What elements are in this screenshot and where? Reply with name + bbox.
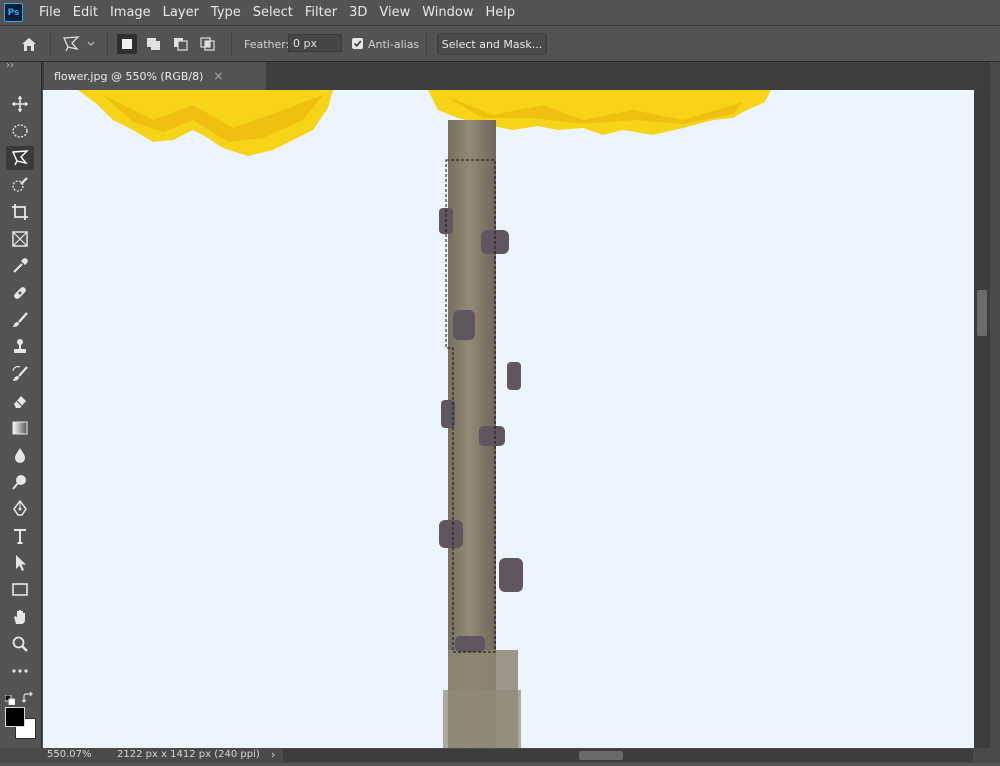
separator	[231, 32, 232, 56]
document-tab[interactable]: flower.jpg @ 550% (RGB/8) ×	[44, 62, 266, 90]
vertical-scroll-thumb[interactable]	[977, 290, 987, 336]
document-canvas[interactable]	[43, 90, 974, 748]
menu-3d[interactable]: 3D	[343, 5, 373, 20]
feather-label: Feather:	[244, 38, 290, 51]
menu-window[interactable]: Window	[416, 5, 479, 20]
document-tab-bar: flower.jpg @ 550% (RGB/8) ×	[42, 62, 1000, 90]
foreground-color-swatch[interactable]	[5, 707, 25, 727]
polygonal-lasso-tool-icon[interactable]	[6, 146, 34, 170]
intersect-selection-icon	[200, 37, 215, 51]
path-selection-tool-icon[interactable]	[6, 551, 34, 575]
home-icon[interactable]	[18, 34, 40, 54]
history-brush-tool-icon[interactable]	[6, 362, 34, 386]
elliptical-marquee-tool-icon[interactable]	[6, 119, 34, 143]
menu-file[interactable]: File	[33, 5, 67, 20]
document-tab-title: flower.jpg @ 550% (RGB/8)	[54, 69, 204, 83]
dodge-tool-icon[interactable]	[6, 470, 34, 494]
horizontal-scroll-thumb[interactable]	[579, 751, 623, 760]
flower-image	[43, 90, 974, 748]
menu-filter[interactable]: Filter	[299, 5, 343, 20]
expand-panel-icon[interactable]: ››	[6, 60, 14, 71]
anti-alias-checkbox[interactable]	[352, 38, 363, 49]
menu-select[interactable]: Select	[247, 5, 299, 20]
frame-tool-icon[interactable]	[6, 227, 34, 251]
eraser-tool-icon[interactable]	[6, 389, 34, 413]
default-colors-icon[interactable]	[4, 690, 16, 706]
document-info: 2122 px x 1412 px (240 ppi)	[117, 749, 260, 760]
menu-view[interactable]: View	[373, 5, 416, 20]
horizontal-scrollbar[interactable]	[283, 749, 973, 762]
separator	[107, 32, 108, 56]
checkmark-icon	[353, 40, 362, 47]
menu-edit[interactable]: Edit	[67, 5, 104, 20]
tools-panel: ››	[0, 60, 42, 763]
new-selection-icon	[122, 39, 132, 49]
menu-layer[interactable]: Layer	[157, 5, 205, 20]
spot-healing-brush-tool-icon[interactable]	[6, 281, 34, 305]
blur-tool-icon[interactable]	[6, 443, 34, 467]
more-tools-icon[interactable]	[6, 659, 34, 683]
menu-bar: Ps File Edit Image Layer Type Select Fil…	[0, 0, 1000, 25]
right-panel-edge	[990, 62, 1000, 763]
chevron-down-icon	[87, 41, 95, 46]
crop-tool-icon[interactable]	[6, 200, 34, 224]
status-bar: 550.07% 2122 px x 1412 px (240 ppi) ›	[0, 748, 1000, 763]
anti-alias-label: Anti-alias	[368, 38, 420, 51]
move-tool-icon[interactable]	[6, 92, 34, 116]
rectangle-tool-icon[interactable]	[6, 578, 34, 602]
type-tool-icon[interactable]	[6, 524, 34, 548]
feather-input[interactable]	[288, 34, 342, 52]
add-selection-icon	[147, 38, 160, 50]
vertical-scrollbar[interactable]	[974, 90, 990, 748]
new-selection-button[interactable]	[117, 34, 137, 54]
gradient-tool-icon[interactable]	[6, 416, 34, 440]
menu-type[interactable]: Type	[205, 5, 247, 20]
hand-tool-icon[interactable]	[6, 605, 34, 629]
clone-stamp-tool-icon[interactable]	[6, 335, 34, 359]
select-and-mask-button[interactable]: Select and Mask...	[437, 33, 547, 55]
zoom-tool-icon[interactable]	[6, 632, 34, 656]
status-menu-arrow-icon[interactable]: ›	[271, 748, 275, 761]
separator	[50, 32, 51, 56]
separator	[426, 32, 427, 56]
subtract-from-selection-button[interactable]	[171, 34, 191, 54]
close-icon[interactable]: ×	[213, 69, 223, 83]
pen-tool-icon[interactable]	[6, 497, 34, 521]
subtract-selection-icon	[174, 38, 188, 51]
options-bar: Feather: Anti-alias Select and Mask...	[0, 25, 1000, 62]
tool-preset-picker[interactable]	[60, 33, 100, 55]
brush-tool-icon[interactable]	[6, 308, 34, 332]
swap-colors-icon[interactable]	[21, 689, 34, 703]
eyedropper-tool-icon[interactable]	[6, 254, 34, 278]
polygonal-lasso-preset-icon	[63, 36, 80, 52]
zoom-level[interactable]: 550.07%	[47, 749, 92, 760]
intersect-selection-button[interactable]	[198, 34, 218, 54]
menu-help[interactable]: Help	[480, 5, 522, 20]
menu-image[interactable]: Image	[104, 5, 157, 20]
photoshop-logo[interactable]: Ps	[4, 3, 23, 22]
quick-selection-tool-icon[interactable]	[6, 173, 34, 197]
add-to-selection-button[interactable]	[144, 34, 164, 54]
